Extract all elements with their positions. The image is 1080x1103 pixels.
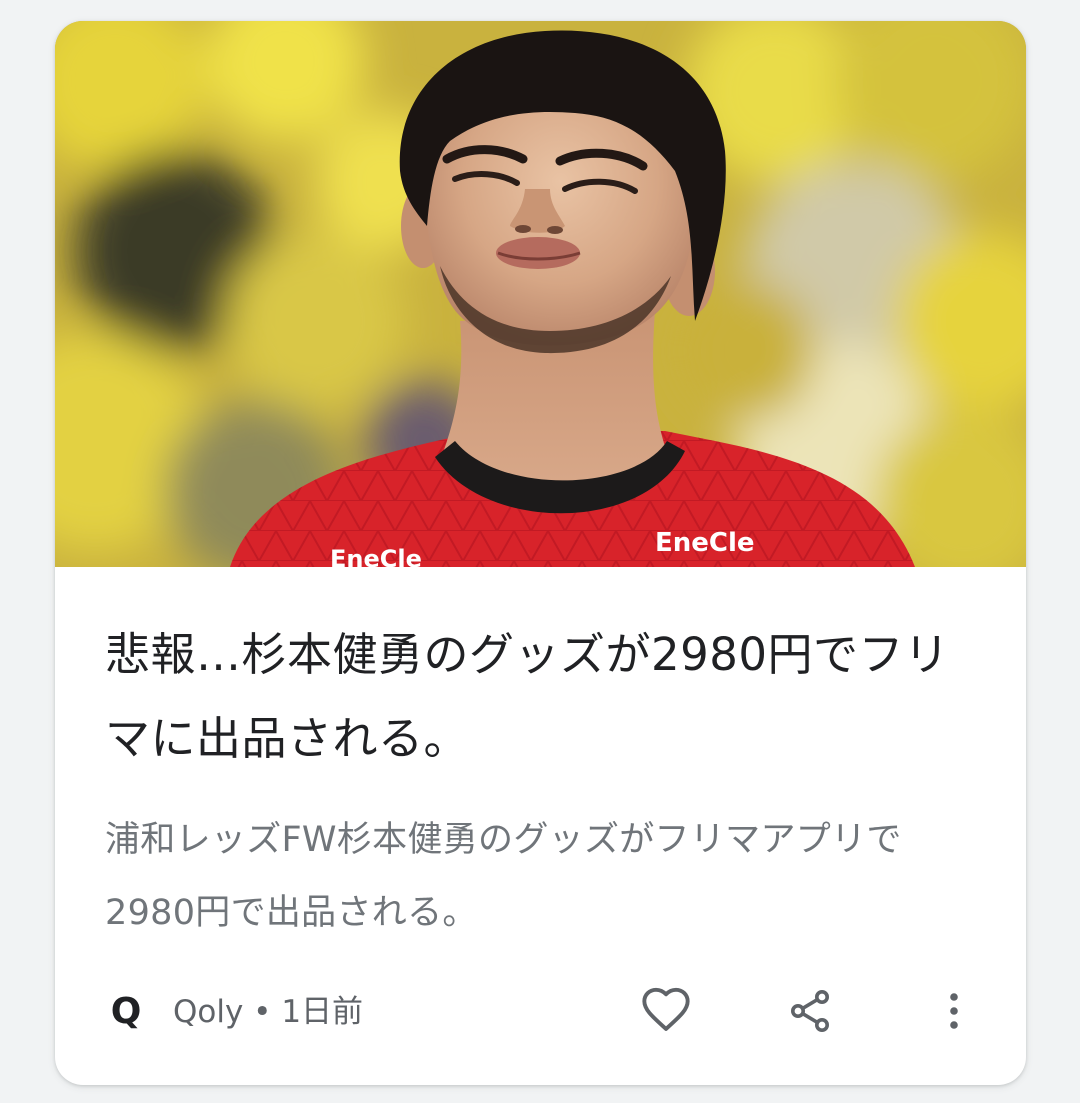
article-text[interactable]: 悲報…杉本健勇のグッズが2980円でフリマに出品される。 浦和レッズFW杉本健勇… [55, 567, 1026, 950]
discover-feed: EneCle EneCle 悲報…杉本健勇のグッズが2980円でフリマに出品され… [0, 0, 1080, 1103]
news-card[interactable]: EneCle EneCle 悲報…杉本健勇のグッズが2980円でフリマに出品され… [55, 21, 1026, 1085]
like-button[interactable] [636, 981, 696, 1041]
jersey-sponsor-right: EneCle [655, 528, 755, 558]
source-logo-icon: Q [110, 991, 142, 1032]
article-snippet: 浦和レッズFW杉本健勇のグッズがフリマアプリで2980円で出品される。 [105, 820, 902, 933]
card-footer: Q Qoly • 1日前 [55, 981, 1026, 1041]
source-meta: Qoly • 1日前 [173, 993, 363, 1031]
more-options-button[interactable] [924, 981, 984, 1041]
source-name: Qoly [173, 994, 244, 1030]
meta-separator: • [243, 994, 282, 1030]
article-image[interactable]: EneCle EneCle [55, 21, 1026, 567]
article-headline[interactable]: 悲報…杉本健勇のグッズが2980円でフリマに出品される。 [105, 613, 976, 781]
more-vert-icon [950, 993, 958, 1029]
share-icon [791, 990, 829, 1032]
heart-outline-icon [642, 987, 690, 1031]
player-photo: EneCle EneCle [55, 21, 1026, 567]
publish-age: 1日前 [281, 994, 364, 1030]
share-button[interactable] [780, 981, 840, 1041]
jersey-sponsor-left: EneCle [330, 545, 422, 567]
